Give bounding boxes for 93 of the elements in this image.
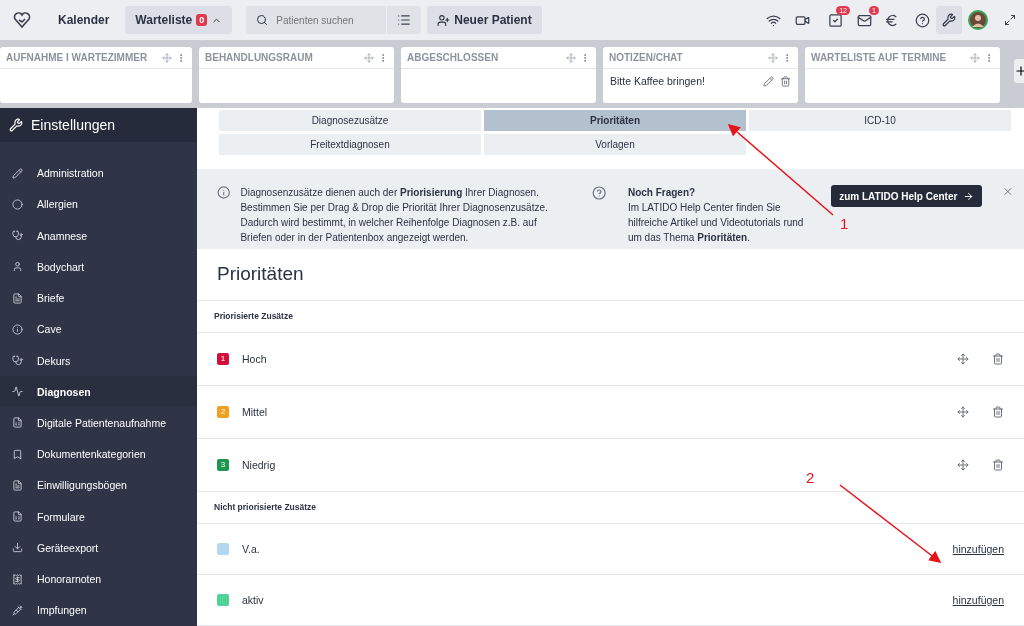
add-link[interactable]: hinzufügen — [952, 543, 1004, 555]
tab[interactable]: Freitextdiagnosen — [219, 134, 481, 155]
trash-icon[interactable] — [780, 75, 791, 87]
edit-icon[interactable] — [763, 75, 774, 87]
trash-icon[interactable] — [992, 352, 1004, 365]
tasks-icon[interactable] — [828, 12, 843, 28]
avatar[interactable] — [968, 10, 988, 30]
list-button[interactable] — [386, 6, 422, 34]
priority-number: 1 — [217, 352, 229, 365]
section-heading: Nicht priorisierte Zusätze — [197, 491, 1024, 524]
search-icon — [256, 14, 269, 26]
sidebar-item[interactable]: Dokumentenkategorien — [0, 438, 197, 470]
item-label: V.a. — [242, 543, 261, 555]
move-icon[interactable] — [957, 458, 969, 471]
syringe-icon — [12, 604, 23, 616]
logo-icon[interactable] — [12, 10, 32, 30]
annotation-number: 1 — [840, 215, 849, 232]
sidebar-item[interactable]: Dekurs — [0, 344, 197, 377]
stethoscope-icon — [12, 230, 23, 242]
wrench-icon — [9, 117, 23, 132]
search-field[interactable]: Patienten suchen — [246, 6, 387, 34]
note-text: Bitte Kaffee bringen! — [610, 75, 706, 87]
list-icon — [397, 13, 412, 27]
info-icon — [12, 323, 23, 335]
circle-icon — [12, 198, 23, 210]
form-icon — [12, 511, 23, 523]
stethoscope-icon — [12, 355, 23, 367]
help-icon[interactable] — [915, 12, 930, 28]
sidebar-item[interactable]: Bodychart — [0, 251, 197, 283]
help-title: Noch Fragen? — [627, 186, 697, 200]
move-icon[interactable] — [957, 405, 969, 418]
sidebar-item[interactable]: Geräteexport — [0, 532, 197, 564]
document-icon — [12, 292, 23, 304]
item-label: aktiv — [242, 594, 265, 606]
pencil-icon — [12, 167, 23, 179]
add-column-button[interactable] — [1014, 59, 1024, 83]
priority-label: Niedrig — [242, 458, 277, 471]
help-icon — [591, 185, 606, 201]
tab[interactable]: Vorlagen — [484, 134, 746, 155]
sidebar-item[interactable]: Allergien — [0, 188, 197, 221]
receipt-icon — [12, 573, 23, 585]
page-title: Prioritäten — [197, 248, 1024, 301]
sidebar-item[interactable]: Diagnosen — [0, 376, 197, 408]
move-icon[interactable] — [957, 352, 969, 365]
sidebar-item[interactable]: Formulare — [0, 501, 197, 533]
nav-tab[interactable]: Kalender — [48, 6, 120, 34]
document-icon — [12, 479, 23, 491]
priority-label: Hoch — [242, 352, 268, 365]
trash-icon[interactable] — [992, 458, 1004, 471]
sidebar-item[interactable]: Einwilligungsbögen — [0, 469, 197, 501]
count-badge: 0 — [196, 14, 208, 26]
help-text: Im LATIDO Help Center finden Sie hilfreiche Artikel und Videotutorials rund um das Thema Prioritäten. — [627, 201, 805, 245]
sidebar-item[interactable]: Honorarnoten — [0, 563, 197, 595]
expand-icon[interactable] — [1004, 14, 1016, 26]
priority-label: Mittel — [242, 405, 269, 418]
euro-icon[interactable] — [884, 12, 899, 28]
annotation-number: 2 — [806, 469, 815, 486]
settings-button[interactable] — [936, 6, 962, 34]
info-icon — [217, 185, 231, 200]
sidebar-item[interactable]: Administration — [0, 157, 197, 189]
column-title: ABGESCHLOSSEN — [407, 52, 500, 63]
tab[interactable]: Diagnosezusätze — [219, 110, 481, 131]
pulse-icon — [12, 386, 23, 398]
form-icon — [12, 417, 23, 429]
trash-icon[interactable] — [992, 405, 1004, 418]
column-title: WARTELISTE AUF TERMINE — [811, 52, 948, 63]
column-title: NOTIZEN/CHAT — [609, 52, 684, 63]
sidebar-item[interactable]: Anamnese — [0, 220, 197, 252]
section-heading: Priorisierte Zusätze — [197, 300, 1024, 333]
user-plus-icon — [437, 13, 451, 27]
sidebar-item[interactable]: Briefe — [0, 282, 197, 314]
priority-number: 2 — [217, 405, 229, 418]
column-title: AUFNAHME I WARTEZIMMER — [6, 52, 149, 63]
sidebar-item[interactable]: Impfungen — [0, 594, 197, 626]
person-icon — [12, 261, 23, 273]
arrow-icon — [963, 190, 975, 202]
nav-tab[interactable]: Warteliste 0 — [125, 6, 233, 34]
bookmark-icon — [12, 448, 23, 460]
wifi-icon[interactable] — [766, 12, 781, 28]
sidebar-title: Einstellungen — [31, 116, 116, 133]
mail-icon[interactable] — [857, 12, 872, 28]
add-link[interactable]: hinzufügen — [952, 594, 1004, 606]
info-text: Diagnosenzusätze dienen auch der Priorisierung Ihrer Diagnosen. Bestimmen Sie per Drag & Drop die Priorität Ihrer Diagnosenzusätze. Dadurch wird bestimmt, in welcher Reihenfolge Diagnosen z.B. auf Briefen oder in der Patientenbox angezeigt werden. — [240, 186, 549, 245]
tab[interactable]: Prioritäten — [484, 110, 746, 131]
sidebar-item[interactable]: Cave — [0, 313, 197, 345]
priority-number: 3 — [217, 458, 229, 471]
wrench-icon — [942, 13, 956, 27]
sidebar-item[interactable]: Digitale Patientenaufnahme — [0, 407, 197, 439]
help-center-button[interactable]: zum LATIDO Help Center — [831, 185, 983, 207]
column-title: BEHANDLUNGSRAUM — [205, 52, 314, 63]
tab[interactable]: ICD-10 — [749, 110, 1011, 131]
new-patient-button[interactable]: Neuer Patient — [427, 6, 542, 34]
download-icon — [12, 542, 23, 554]
